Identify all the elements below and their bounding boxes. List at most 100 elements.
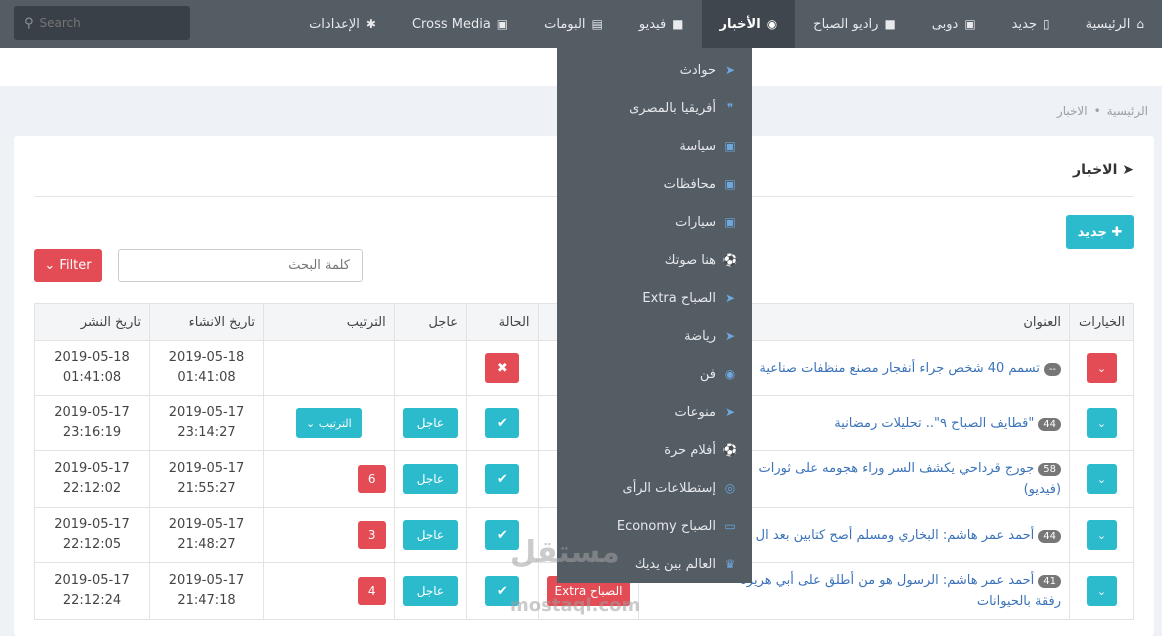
watermark-arabic: مستقل xyxy=(510,535,620,570)
nav-radio[interactable]: ■ راديو الصباح xyxy=(795,0,914,48)
news-title-link-cont[interactable]: رفقة بالحيوانات xyxy=(977,594,1061,609)
breadcrumb: الرئيسية • الاخبار xyxy=(1057,104,1148,118)
views-badge: 44 xyxy=(1038,417,1062,431)
dot-circle-icon: ◎ xyxy=(724,481,736,495)
add-news-button[interactable]: ✚ جديد xyxy=(1066,215,1134,249)
menu-item-sports[interactable]: ➤ رياضة xyxy=(557,317,752,355)
options-dropdown-button[interactable]: ⌄ xyxy=(1086,408,1117,438)
nav-albums[interactable]: ▤ البومات xyxy=(526,0,621,48)
news-title-link[interactable]: أحمد عمر هاشم: الرسول هو من أطلق على أبي… xyxy=(740,573,1034,588)
nav-home[interactable]: ⌂ الرئيسية xyxy=(1068,0,1162,48)
order-number[interactable]: 4 xyxy=(357,577,386,605)
options-dropdown-button[interactable]: ⌄ xyxy=(1086,464,1117,494)
status-inactive-button[interactable]: ✖ xyxy=(485,353,520,383)
nav-video[interactable]: ■ فيديو xyxy=(621,0,702,48)
watermark-url: mostaql.com xyxy=(510,595,641,616)
menu-item-variety[interactable]: ➤ منوعات xyxy=(557,393,752,431)
paper-plane-icon: ➤ xyxy=(724,291,736,305)
menu-item-politics[interactable]: ▣ سياسة xyxy=(557,127,752,165)
published-date: 2019-05-17 23:16:19 xyxy=(33,395,151,451)
home-icon: ⌂ xyxy=(1136,17,1144,31)
urgent-button[interactable]: عاجل xyxy=(402,520,459,550)
menu-item-accidents[interactable]: ➤ حوادث xyxy=(557,51,752,89)
status-active-button[interactable]: ✔ xyxy=(485,408,520,438)
col-created: تاريخ الانشاء xyxy=(149,303,264,341)
col-status: الحالة xyxy=(466,303,539,341)
status-active-button[interactable]: ✔ xyxy=(485,464,520,494)
video-icon: ■ xyxy=(672,17,684,31)
paper-plane-icon: ➤ xyxy=(724,329,736,343)
news-title-link[interactable]: أحمد عمر هاشم: البخاري ومسلم أصح كتابين … xyxy=(756,528,1035,543)
paper-plane-icon: ➤ xyxy=(724,405,736,419)
plus-icon: ✚ xyxy=(1111,224,1123,240)
news-title-link[interactable]: جورج قرداحي يكشف السر وراء هجومه على ثور… xyxy=(759,461,1035,476)
video-icon: ■ xyxy=(884,17,896,31)
news-title-link[interactable]: "قطايف الصباح ٩".. تحليلات رمضانية xyxy=(834,416,1034,431)
desktop-icon: ▭ xyxy=(724,519,736,533)
col-published: تاريخ النشر xyxy=(33,303,151,341)
globe-icon: ◉ xyxy=(724,367,736,381)
created-date: 2019-05-17 21:55:27 xyxy=(149,450,264,508)
options-dropdown-button[interactable]: ⌄ xyxy=(1086,576,1117,606)
briefcase-icon: ▣ xyxy=(964,17,976,31)
trophy-icon: ♛ xyxy=(724,557,736,571)
order-dropdown-button[interactable]: الترتيب ⌄ xyxy=(296,408,362,438)
gears-icon: ✱ xyxy=(365,17,376,31)
briefcase-icon: ▣ xyxy=(496,17,509,31)
menu-item-your-voice[interactable]: ⚽ هنا صوتك xyxy=(557,241,752,279)
published-date: 2019-05-17 22:12:05 xyxy=(33,507,151,563)
soccer-ball-icon: ⚽ xyxy=(722,253,738,267)
nav-new[interactable]: ▯ جديد xyxy=(994,0,1068,48)
soccer-ball-icon: ⚽ xyxy=(722,443,738,457)
created-date: 2019-05-18 01:41:08 xyxy=(149,340,264,396)
options-dropdown-button[interactable]: ⌄ xyxy=(1086,353,1117,383)
quote-icon: ❞ xyxy=(726,101,734,115)
urgent-button[interactable]: عاجل xyxy=(402,408,459,438)
menu-item-art[interactable]: ◉ فن xyxy=(557,355,752,393)
nav-dubai[interactable]: ▣ دوبى xyxy=(914,0,994,48)
views-badge: 44 xyxy=(1038,529,1062,543)
news-title-link[interactable]: تسمم 40 شخص جراء أنفجار مصنع منظفات صناع… xyxy=(759,361,1039,376)
file-icon: ▯ xyxy=(1042,17,1050,31)
page-title: ➤ الاخبار xyxy=(1073,162,1134,178)
breadcrumb-home[interactable]: الرئيسية xyxy=(1107,104,1148,118)
menu-item-free-films[interactable]: ⚽ أفلام حرة xyxy=(557,431,752,469)
paper-plane-icon: ➤ xyxy=(1122,162,1134,178)
briefcase-icon: ▣ xyxy=(724,177,736,191)
keyword-search-field[interactable] xyxy=(118,249,363,282)
urgent-button[interactable]: عاجل xyxy=(402,464,459,494)
navbar-search[interactable]: ⚲ xyxy=(14,6,190,40)
created-date: 2019-05-17 21:48:27 xyxy=(149,507,264,563)
image-icon: ▤ xyxy=(591,17,603,31)
top-navbar: ⌂ الرئيسية ▯ جديد ▣ دوبى ■ راديو الصباح ◉ الأ… xyxy=(0,0,1162,48)
breadcrumb-separator: • xyxy=(1093,104,1101,118)
menu-item-polls[interactable]: ◎ إستطلاعات الرأى xyxy=(557,469,752,507)
urgent-button[interactable]: عاجل xyxy=(402,576,459,606)
published-date: 2019-05-17 22:12:02 xyxy=(33,450,151,508)
search-icon: ⚲ xyxy=(24,15,34,31)
order-number[interactable]: 3 xyxy=(357,521,386,549)
nav-settings[interactable]: ✱ الإعدادات xyxy=(291,0,394,48)
news-dropdown-menu: ➤ حوادث ❞ أفريقيا بالمصرى ▣ سياسة ▣ محافظات … xyxy=(557,48,752,583)
menu-item-cars[interactable]: ▣ سيارات xyxy=(557,203,752,241)
keyword-search-input[interactable] xyxy=(131,258,350,273)
navbar-search-input[interactable] xyxy=(39,16,160,30)
order-number[interactable]: 6 xyxy=(357,465,386,493)
created-date: 2019-05-17 21:47:18 xyxy=(149,562,264,620)
nav-news[interactable]: ◉ الأخبار xyxy=(701,0,796,48)
chevron-down-icon: ⌄ xyxy=(44,258,56,273)
news-title-link-cont[interactable]: (فيديو) xyxy=(1024,482,1061,497)
menu-item-africa[interactable]: ❞ أفريقيا بالمصرى xyxy=(557,89,752,127)
col-options: الخيارات xyxy=(1069,303,1134,341)
globe-icon: ◉ xyxy=(766,17,778,31)
created-date: 2019-05-17 23:14:27 xyxy=(149,395,264,451)
filter-button[interactable]: ⌄ Filter xyxy=(34,249,102,282)
options-dropdown-button[interactable]: ⌄ xyxy=(1086,520,1117,550)
briefcase-icon: ▣ xyxy=(724,215,736,229)
col-urgent: عاجل xyxy=(393,303,468,341)
nav-cross-media[interactable]: ▣ Cross Media xyxy=(394,0,526,48)
menu-item-governorates[interactable]: ▣ محافظات xyxy=(557,165,752,203)
briefcase-icon: ▣ xyxy=(724,139,736,153)
menu-item-extra[interactable]: ➤ الصباح Extra xyxy=(557,279,752,317)
published-date: 2019-05-18 01:41:08 xyxy=(33,340,151,396)
